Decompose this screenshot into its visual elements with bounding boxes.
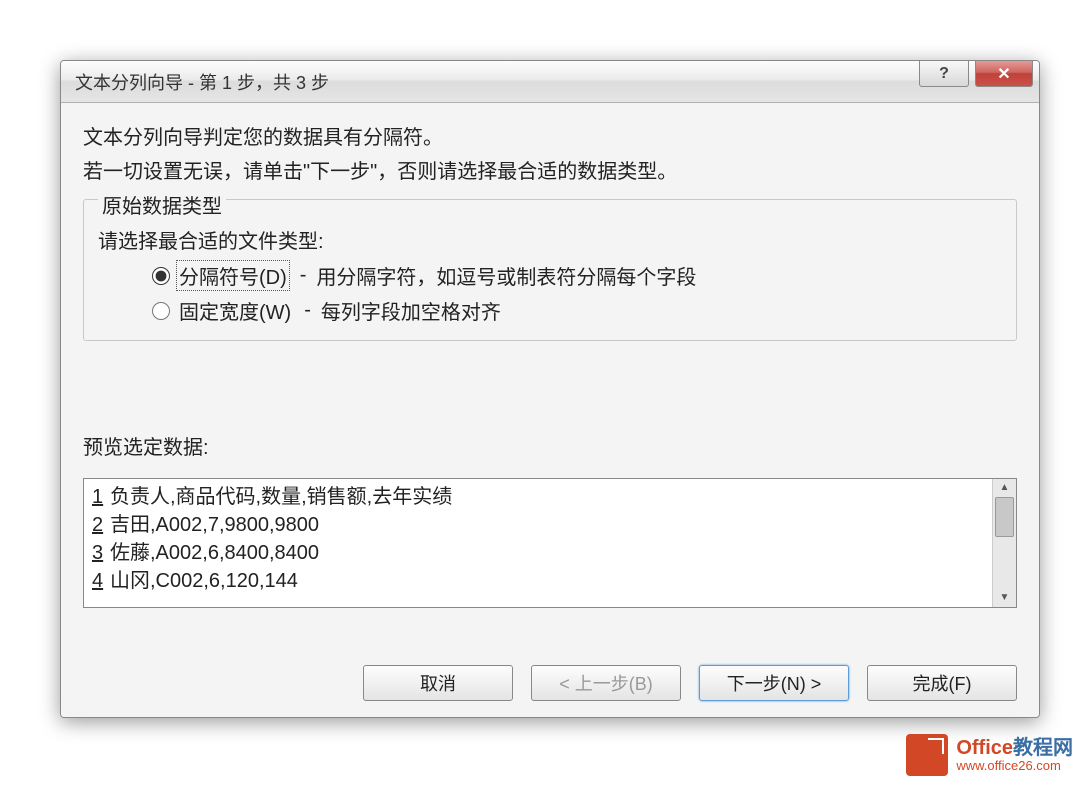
titlebar: 文本分列向导 - 第 1 步，共 3 步 ? ✕ xyxy=(61,61,1039,103)
list-item: 1 负责人,商品代码,数量,销售额,去年实绩 xyxy=(92,483,984,511)
next-button[interactable]: 下一步(N) > xyxy=(699,665,849,701)
radio-fixed-desc: 每列字段加空格对齐 xyxy=(321,296,501,325)
close-icon: ✕ xyxy=(997,64,1010,84)
line-text: 山冈,C002,6,120,144 xyxy=(110,567,298,595)
group-inner: 请选择最合适的文件类型: 分隔符号(D) - 用分隔字符，如逗号或制表符分隔每个… xyxy=(98,225,1002,326)
line-text: 佐藤,A002,6,8400,8400 xyxy=(110,539,319,567)
scroll-down-icon[interactable]: ▼ xyxy=(995,590,1014,606)
radio-delimited-input[interactable] xyxy=(152,267,170,285)
button-row: 取消 < 上一步(B) 下一步(N) > 完成(F) xyxy=(83,645,1017,701)
help-icon: ? xyxy=(939,65,949,83)
radio-delimited-desc: 用分隔字符，如逗号或制表符分隔每个字段 xyxy=(316,261,696,290)
radio-delimited-label: 分隔符号(D) xyxy=(176,260,290,291)
help-button[interactable]: ? xyxy=(919,61,969,87)
office-icon xyxy=(906,734,948,776)
dash: - xyxy=(300,264,307,287)
group-legend: 原始数据类型 xyxy=(98,190,226,219)
list-item: 3 佐藤,A002,6,8400,8400 xyxy=(92,539,984,567)
watermark-title: Office教程网 xyxy=(956,737,1073,759)
radio-fixed-label: 固定宽度(W) xyxy=(176,295,294,326)
finish-button[interactable]: 完成(F) xyxy=(867,665,1017,701)
preview-data-area: 1 负责人,商品代码,数量,销售额,去年实绩 2 吉田,A002,7,9800,… xyxy=(84,479,992,607)
line-number: 1 xyxy=(92,483,106,511)
list-item: 2 吉田,A002,7,9800,9800 xyxy=(92,511,984,539)
back-button: < 上一步(B) xyxy=(531,665,681,701)
preview-label: 预览选定数据: xyxy=(83,431,1017,460)
line-number: 3 xyxy=(92,539,106,567)
close-button[interactable]: ✕ xyxy=(975,61,1033,87)
radio-fixed-input[interactable] xyxy=(152,302,170,320)
wizard-dialog: 文本分列向导 - 第 1 步，共 3 步 ? ✕ 文本分列向导判定您的数据具有分… xyxy=(60,60,1040,718)
line-number: 2 xyxy=(92,511,106,539)
titlebar-buttons: ? ✕ xyxy=(919,61,1033,87)
dash: - xyxy=(304,299,311,322)
line-number: 4 xyxy=(92,567,106,595)
data-type-group: 原始数据类型 请选择最合适的文件类型: 分隔符号(D) - 用分隔字符，如逗号或… xyxy=(83,199,1017,341)
preview-box: 1 负责人,商品代码,数量,销售额,去年实绩 2 吉田,A002,7,9800,… xyxy=(83,478,1017,608)
list-item: 4 山冈,C002,6,120,144 xyxy=(92,567,984,595)
watermark-url: www.office26.com xyxy=(956,759,1073,773)
line-text: 吉田,A002,7,9800,9800 xyxy=(110,511,319,539)
wm-orange: Office xyxy=(956,737,1013,759)
watermark-text: Office教程网 www.office26.com xyxy=(956,737,1073,773)
intro-line1: 文本分列向导判定您的数据具有分隔符。 xyxy=(83,121,1017,155)
line-text: 负责人,商品代码,数量,销售额,去年实绩 xyxy=(110,483,452,511)
radio-fixed-width[interactable]: 固定宽度(W) - 每列字段加空格对齐 xyxy=(152,295,1002,326)
scroll-up-icon[interactable]: ▲ xyxy=(995,480,1014,496)
intro-line2: 若一切设置无误，请单击"下一步"，否则请选择最合适的数据类型。 xyxy=(83,155,1017,189)
dialog-content: 文本分列向导判定您的数据具有分隔符。 若一切设置无误，请单击"下一步"，否则请选… xyxy=(61,103,1039,717)
scroll-thumb[interactable] xyxy=(995,497,1014,537)
cancel-button[interactable]: 取消 xyxy=(363,665,513,701)
wm-blue: 教程网 xyxy=(1013,737,1073,759)
intro-text: 文本分列向导判定您的数据具有分隔符。 若一切设置无误，请单击"下一步"，否则请选… xyxy=(83,121,1017,189)
scrollbar[interactable]: ▲ ▼ xyxy=(992,479,1016,607)
radio-delimited[interactable]: 分隔符号(D) - 用分隔字符，如逗号或制表符分隔每个字段 xyxy=(152,260,1002,291)
dialog-title: 文本分列向导 - 第 1 步，共 3 步 xyxy=(75,69,329,95)
select-prompt: 请选择最合适的文件类型: xyxy=(98,225,1002,254)
watermark: Office教程网 www.office26.com xyxy=(906,734,1073,776)
